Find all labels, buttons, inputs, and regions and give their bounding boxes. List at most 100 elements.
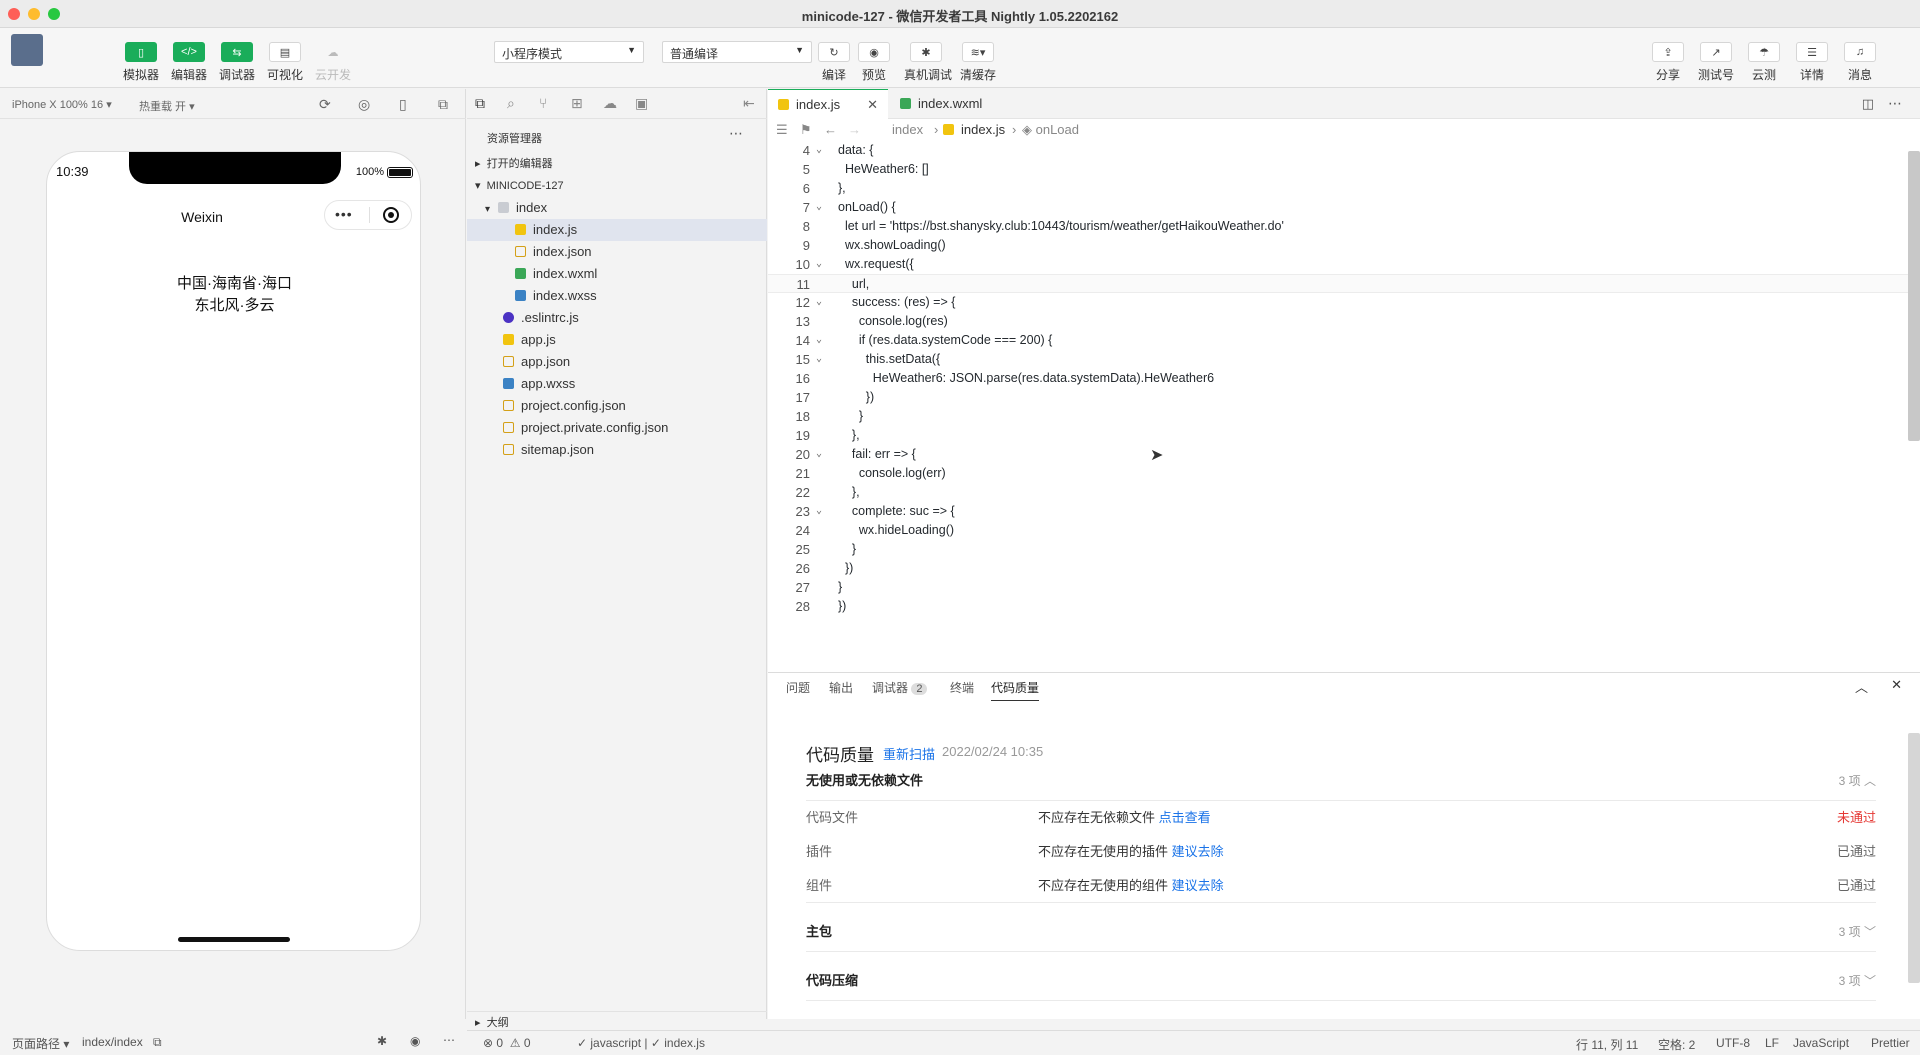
share-button[interactable]: ⇪ 分享 — [1646, 42, 1690, 83]
hot-reload-toggle[interactable]: 热重载 开 ▾ — [139, 98, 195, 114]
code-line[interactable]: 14 ⌄ if (res.data.systemCode === 200) { — [768, 331, 1908, 350]
panel-scrollbar[interactable] — [1908, 733, 1920, 983]
more-icon[interactable]: ⋯ — [443, 1033, 455, 1047]
git-icon[interactable]: ⑂ — [539, 95, 547, 111]
fold-chevron-icon[interactable]: ⌄ — [816, 331, 822, 350]
code-line[interactable]: 11 url, — [768, 274, 1908, 293]
extensions-icon[interactable]: ⊞ — [571, 95, 583, 112]
copy-icon[interactable]: ⧉ — [153, 1035, 162, 1050]
more-icon[interactable]: ••• — [335, 206, 353, 222]
fold-chevron-icon[interactable]: ⌄ — [816, 293, 822, 312]
rotate-icon[interactable]: ⟳ — [319, 96, 331, 113]
device-select[interactable]: iPhone X 100% 16 ▾ — [12, 98, 112, 111]
code-line[interactable]: 22 }, — [768, 483, 1908, 502]
code-line[interactable]: 5 HeWeather6: [] — [768, 160, 1908, 179]
close-icon[interactable]: ✕ — [867, 90, 878, 120]
problems-summary[interactable]: ⊗ 0 ⚠ 0 — [483, 1036, 531, 1050]
cursor-position[interactable]: 行 11, 列 11 — [1576, 1036, 1638, 1053]
code-line[interactable]: 26 }) — [768, 559, 1908, 578]
compile-select[interactable]: 普通编译 ▼ — [662, 41, 812, 63]
split-editor-icon[interactable]: ◫ — [1862, 96, 1874, 112]
tree-file-sitemap[interactable]: sitemap.json — [467, 439, 767, 461]
bookmark-icon[interactable]: ⚑ — [800, 119, 812, 141]
stop-icon[interactable]: ◎ — [358, 96, 370, 113]
code-area[interactable]: 4 ⌄ data: {5 HeWeather6: [] 6}, 7 ⌄ onLoad() {… — [768, 141, 1920, 671]
tab-index-wxml[interactable]: index.wxml — [890, 89, 1010, 119]
code-line[interactable]: 20 ⌄ fail: err => { — [768, 445, 1908, 464]
fold-chevron-icon[interactable]: ⌄ — [816, 141, 822, 160]
end-of-line[interactable]: LF — [1765, 1036, 1779, 1050]
compile-button[interactable]: ↻ 编译 — [812, 42, 856, 83]
tree-file-index-js[interactable]: index.js — [467, 219, 767, 241]
tree-file-project-config[interactable]: project.config.json — [467, 395, 767, 417]
code-line[interactable]: 12 ⌄ success: (res) => { — [768, 293, 1908, 312]
close-icon[interactable]: ✕ — [1891, 677, 1902, 693]
code-line[interactable]: 28}) — [768, 597, 1908, 616]
device-icon[interactable]: ▯ — [399, 96, 407, 113]
eye-icon[interactable]: ◉ — [410, 1034, 420, 1048]
tab-output[interactable]: 输出 — [829, 679, 853, 696]
simulator-button[interactable]: ▯ 模拟器 — [119, 42, 163, 83]
tab-debugger[interactable]: 调试器 2 — [872, 679, 928, 696]
remote-debug-button[interactable]: ✱ 真机调试 — [904, 42, 952, 83]
cloud-test-button[interactable]: ☂ 云测 — [1742, 42, 1786, 83]
fold-chevron-icon[interactable]: ⌄ — [816, 255, 822, 274]
outline-list-icon[interactable]: ☰ — [776, 119, 788, 141]
page-path-select[interactable]: 页面路径 ▾ — [12, 1035, 69, 1052]
back-icon[interactable]: ← — [824, 119, 837, 141]
window-icon[interactable]: ⧉ — [438, 96, 448, 113]
code-line[interactable]: 25 } — [768, 540, 1908, 559]
fold-chevron-icon[interactable]: ⌄ — [816, 350, 822, 369]
debugger-button[interactable]: ⇆ 调试器 — [215, 42, 259, 83]
tree-file-project-private-config[interactable]: project.private.config.json — [467, 417, 767, 439]
breadcrumb-file[interactable]: index.js — [943, 119, 1005, 141]
indentation[interactable]: 空格: 2 — [1658, 1036, 1695, 1053]
suggest-remove-link[interactable]: 建议去除 — [1172, 844, 1224, 859]
forward-icon[interactable]: → — [848, 119, 861, 141]
code-line[interactable]: 6}, — [768, 179, 1908, 198]
code-line[interactable]: 16 HeWeather6: JSON.parse(res.data.syste… — [768, 369, 1908, 388]
code-line[interactable]: 9 wx.showLoading() — [768, 236, 1908, 255]
code-line[interactable]: 13 console.log(res) — [768, 312, 1908, 331]
more-icon[interactable]: ⋯ — [1888, 95, 1902, 112]
open-editors-section[interactable]: ▸ 打开的编辑器 — [467, 153, 767, 175]
cloud-button[interactable]: ☁ 云开发 — [311, 42, 355, 83]
files-icon[interactable]: ⧉ — [475, 95, 485, 112]
maximize-panel-icon[interactable]: ︿ — [1855, 677, 1868, 696]
avatar[interactable] — [11, 34, 43, 66]
code-line[interactable]: 10 ⌄ wx.request({ — [768, 255, 1908, 274]
code-line[interactable]: 21 console.log(err) — [768, 464, 1908, 483]
code-line[interactable]: 18 } — [768, 407, 1908, 426]
tree-file-index-json[interactable]: index.json — [467, 241, 767, 263]
search-icon[interactable]: ⌕ — [507, 95, 515, 112]
collapse-sidebar-icon[interactable]: ⇤ — [743, 95, 755, 112]
section-main-package[interactable]: 主包 3 项 ﹀ — [806, 912, 1876, 952]
section-code-compression[interactable]: 代码压缩 3 项 ﹀ — [806, 961, 1876, 1001]
preview-button[interactable]: ◉ 预览 — [852, 42, 896, 83]
mode-select[interactable]: 小程序模式 ▼ — [494, 41, 644, 63]
close-mini-program-icon[interactable] — [383, 207, 399, 223]
fold-chevron-icon[interactable]: ⌄ — [816, 198, 822, 217]
tab-problems[interactable]: 问题 — [786, 679, 810, 696]
code-line[interactable]: 7 ⌄ onLoad() { — [768, 198, 1908, 217]
code-line[interactable]: 4 ⌄ data: { — [768, 141, 1908, 160]
fold-chevron-icon[interactable]: ⌄ — [816, 502, 822, 521]
tree-file-eslintrc[interactable]: .eslintrc.js — [467, 307, 767, 329]
capsule-menu[interactable]: ••• — [324, 200, 412, 230]
formatter[interactable]: Prettier — [1871, 1036, 1910, 1050]
editor-button[interactable]: </> 编辑器 — [167, 42, 211, 83]
breadcrumb-symbol[interactable]: ◈ onLoad — [1022, 119, 1079, 141]
tree-file-index-wxss[interactable]: index.wxss — [467, 285, 767, 307]
details-button[interactable]: ☰ 详情 — [1790, 42, 1834, 83]
tab-code-quality[interactable]: 代码质量 — [991, 679, 1040, 701]
messages-button[interactable]: ♫ 消息 — [1838, 42, 1882, 83]
tree-folder-index[interactable]: ▾ index — [467, 197, 767, 219]
code-line[interactable]: 17 }) — [768, 388, 1908, 407]
tree-file-index-wxml[interactable]: index.wxml — [467, 263, 767, 285]
code-line[interactable]: 24 wx.hideLoading() — [768, 521, 1908, 540]
tree-file-app-json[interactable]: app.json — [467, 351, 767, 373]
clear-cache-button[interactable]: ≋▾ 清缓存 — [956, 42, 1000, 83]
fold-chevron-icon[interactable]: ⌄ — [816, 445, 822, 464]
bug-icon[interactable]: ✱ — [377, 1034, 387, 1048]
more-icon[interactable]: ⋯ — [729, 125, 743, 142]
